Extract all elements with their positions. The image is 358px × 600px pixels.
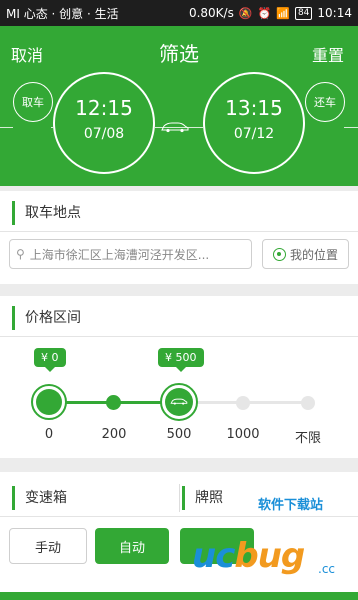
price-min-handle[interactable] (31, 384, 67, 420)
mute-icon: 🔕 (238, 6, 253, 20)
wifi-icon: 📶 (276, 6, 290, 20)
divider (0, 336, 358, 337)
watermark-logo-uc: uc (192, 536, 235, 576)
price-tick-200: 200 (101, 427, 127, 442)
gearbox-plate-section: 变速箱 牌照 手动 自动 (0, 472, 358, 592)
pickup-location-section: 取车地点 ⚲ 上海市徐汇区上海漕河泾开发区... 我的位置 (0, 191, 358, 284)
filter-header: 取消 筛选 重置 取车 还车 12:15 07/08 13:15 07/12 (0, 26, 358, 186)
gearbox-auto-button[interactable]: 自动 (95, 528, 169, 564)
watermark-logo-bug: bug (234, 536, 305, 576)
location-search-input[interactable]: ⚲ 上海市徐汇区上海漕河泾开发区... (9, 239, 252, 269)
price-stop-1000[interactable] (236, 396, 250, 410)
price-min-bubble: ¥ 0 (34, 348, 66, 372)
battery-icon: 84 (294, 6, 313, 20)
price-max-handle[interactable] (160, 383, 198, 421)
price-tick-500: 500 (166, 427, 192, 442)
price-range-section: 价格区间 ¥ 0 ¥ 500 0 200 500 1000 不限 (0, 296, 358, 458)
section-title-location: 取车地点 (12, 201, 81, 225)
return-date: 07/12 (233, 126, 275, 142)
return-time-circle[interactable]: 13:15 07/12 (203, 72, 305, 174)
status-bar: MI 心态 · 创意 · 生活 0.80K/s 🔕 ⏰ 📶 84 10:14 (0, 0, 358, 26)
watermark-cc: .cc (318, 562, 336, 576)
price-tick-0: 0 (44, 427, 54, 442)
divider (179, 484, 180, 512)
pickup-date: 07/08 (83, 126, 125, 142)
divider (0, 231, 358, 232)
location-search-value: 上海市徐汇区上海漕河泾开发区... (29, 247, 210, 262)
car-icon (170, 398, 188, 405)
car-icon (161, 122, 189, 133)
my-location-label: 我的位置 (289, 247, 338, 262)
pickup-time-circle[interactable]: 12:15 07/08 (53, 72, 155, 174)
price-tick-unlimited: 不限 (294, 431, 321, 446)
network-speed: 0.80K/s (188, 6, 234, 20)
section-title-plate: 牌照 (182, 486, 223, 510)
divider (0, 516, 358, 517)
my-location-button[interactable]: 我的位置 (262, 239, 349, 269)
header-line (0, 127, 13, 128)
watermark-logo: ucbug (192, 536, 305, 576)
bottom-bar (0, 592, 358, 600)
price-tick-1000: 1000 (226, 427, 260, 442)
alarm-icon: ⏰ (257, 6, 272, 20)
return-label: 还车 (305, 82, 345, 122)
header-line (344, 127, 358, 128)
page-title: 筛选 (159, 42, 199, 66)
pickup-label: 取车 (13, 82, 53, 122)
return-time: 13:15 (225, 96, 283, 120)
status-carrier: MI 心态 · 创意 · 生活 (6, 6, 119, 21)
price-stop-unlimited[interactable] (301, 396, 315, 410)
watermark-brand: 软件下载站 (258, 498, 324, 513)
section-title-gearbox: 变速箱 (12, 486, 67, 510)
price-max-bubble: ¥ 500 (158, 348, 204, 372)
price-stop-200[interactable] (106, 395, 121, 410)
locate-icon (272, 247, 286, 261)
reset-button[interactable]: 重置 (312, 42, 344, 66)
gearbox-manual-button[interactable]: 手动 (9, 528, 87, 564)
search-icon: ⚲ (16, 247, 25, 261)
section-title-price: 价格区间 (12, 306, 81, 330)
clock: 10:14 (317, 6, 352, 20)
pickup-time: 12:15 (75, 96, 133, 120)
